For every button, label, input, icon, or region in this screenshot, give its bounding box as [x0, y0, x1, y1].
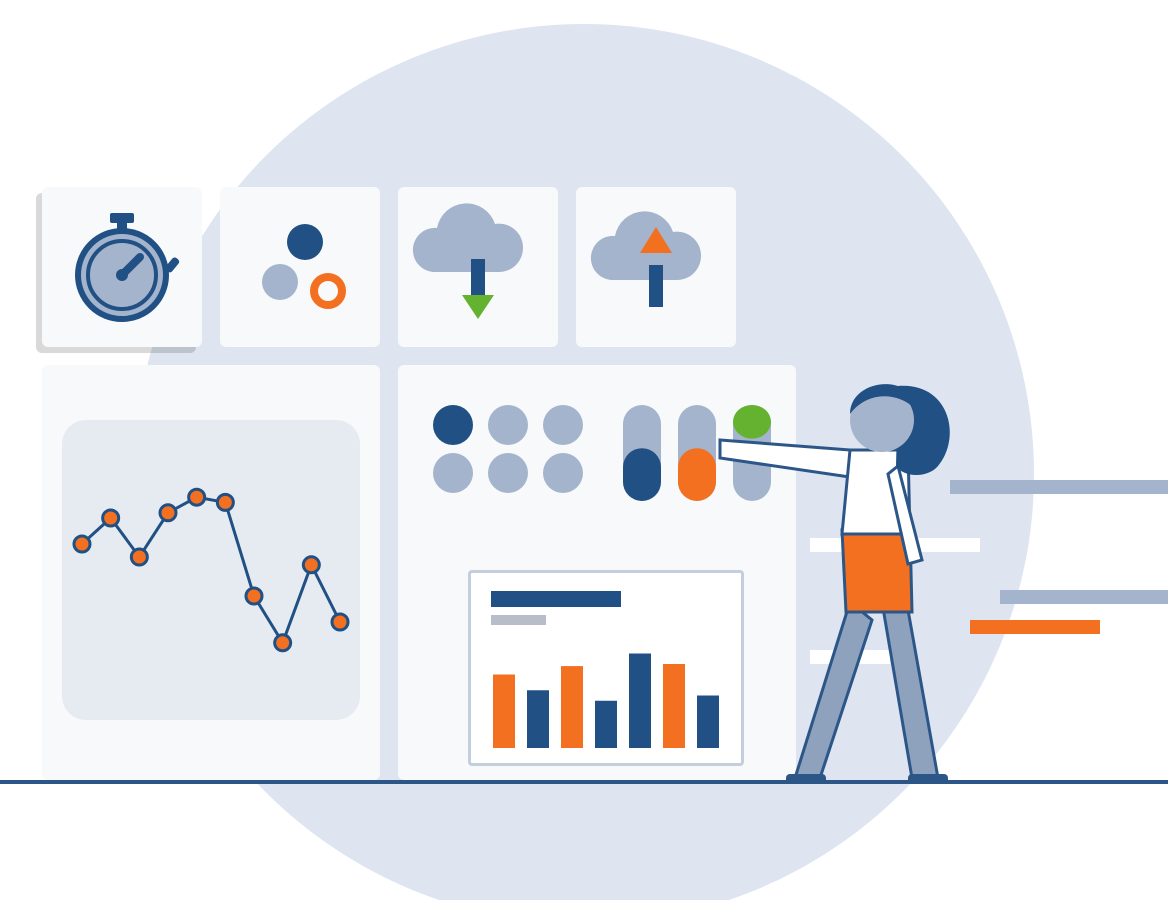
- person-illustration: [700, 370, 1040, 784]
- tile-dots: [220, 187, 380, 347]
- line-chart: [62, 420, 360, 720]
- stopwatch-icon: [42, 187, 202, 347]
- cloud-upload-icon: [576, 187, 736, 347]
- cloud-download-icon: [398, 187, 558, 347]
- tile-cloud-download: [398, 187, 558, 347]
- tile-cloud-upload: [576, 187, 736, 347]
- dots-cluster-icon: [220, 187, 380, 347]
- ground-line: [0, 780, 1168, 784]
- line-chart-panel: [62, 420, 360, 720]
- illustration-stage: [0, 0, 1168, 900]
- tile-stopwatch: [42, 187, 202, 347]
